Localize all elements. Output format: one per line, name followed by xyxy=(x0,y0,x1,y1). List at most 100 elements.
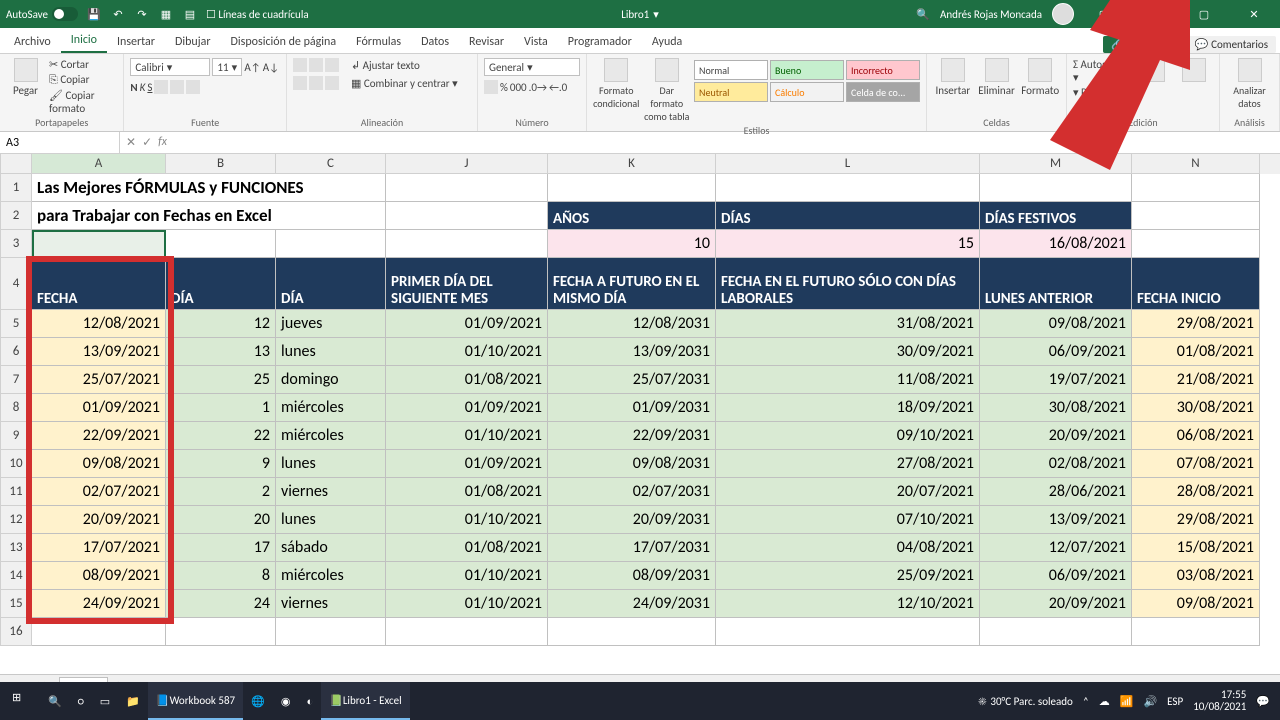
cell[interactable]: DÍAS FESTIVOS xyxy=(980,202,1132,230)
inc-decimal-icon[interactable]: .0→ xyxy=(529,81,547,94)
cell[interactable] xyxy=(386,618,548,646)
notifications-icon[interactable]: 💬 xyxy=(1256,695,1270,708)
cell[interactable]: 01/09/2031 xyxy=(548,394,716,422)
tab-disposicion[interactable]: Disposición de página xyxy=(221,31,347,53)
format-table-button[interactable]: Dar formato como tabla xyxy=(644,56,691,123)
cell[interactable]: 03/08/2021 xyxy=(1132,562,1260,590)
taskview-icon[interactable]: ▭ xyxy=(92,682,118,720)
format-painter-button[interactable]: 🖌 Copiar formato xyxy=(49,89,117,115)
cell[interactable]: 01/08/2021 xyxy=(1132,338,1260,366)
style-celda[interactable]: Celda de co... xyxy=(846,82,920,102)
cell[interactable] xyxy=(980,618,1132,646)
col-M[interactable]: M xyxy=(980,154,1132,174)
tab-insertar[interactable]: Insertar xyxy=(107,31,165,53)
style-bueno[interactable]: Bueno xyxy=(770,60,844,80)
tab-revisar[interactable]: Revisar xyxy=(459,31,514,53)
style-calculo[interactable]: Cálculo xyxy=(770,82,844,102)
comma-icon[interactable]: 000 xyxy=(510,81,527,94)
cell[interactable] xyxy=(386,202,548,230)
copy-button[interactable]: ⎘ Copiar xyxy=(49,73,117,87)
cell[interactable]: 12/08/2021 xyxy=(32,310,166,338)
cell[interactable]: 24 xyxy=(166,590,276,618)
cell[interactable]: 20/09/2021 xyxy=(980,422,1132,450)
cell[interactable]: 17 xyxy=(166,534,276,562)
cell[interactable]: 24/09/2021 xyxy=(32,590,166,618)
row-16[interactable]: 16 xyxy=(0,618,32,646)
minimize-icon[interactable]: — xyxy=(1134,0,1174,28)
cell[interactable]: 22/09/2021 xyxy=(32,422,166,450)
styles-gallery[interactable]: Normal Bueno Incorrecto Neutral Cálculo … xyxy=(694,56,920,102)
sort-filter-button[interactable] xyxy=(1134,56,1171,82)
cell[interactable]: 24/09/2031 xyxy=(548,590,716,618)
clock[interactable]: 17:5510/08/2021 xyxy=(1193,689,1246,713)
tab-programador[interactable]: Programador xyxy=(558,31,642,53)
cell[interactable]: 29/08/2021 xyxy=(1132,506,1260,534)
col-A[interactable]: A xyxy=(32,154,166,174)
decrease-font-icon[interactable]: A↓ xyxy=(263,61,279,74)
edge-icon[interactable]: 🌐 xyxy=(243,682,273,720)
conditional-format-button[interactable]: Formato condicional xyxy=(593,56,640,110)
worksheet[interactable]: A B C J K L M N 12345678910111213141516 … xyxy=(0,154,1280,674)
cell[interactable]: miércoles xyxy=(276,562,386,590)
cell[interactable]: 06/08/2021 xyxy=(1132,422,1260,450)
cell[interactable] xyxy=(166,618,276,646)
cell[interactable]: 20 xyxy=(166,506,276,534)
language-indicator[interactable]: ESP xyxy=(1167,695,1183,708)
cell[interactable]: 06/09/2021 xyxy=(980,338,1132,366)
cell[interactable]: 12/10/2021 xyxy=(716,590,980,618)
cell[interactable]: miércoles xyxy=(276,422,386,450)
cell[interactable]: PRIMER DÍA DEL SIGUIENTE MES xyxy=(386,258,548,310)
select-all[interactable] xyxy=(0,154,32,174)
cell[interactable]: FECHA A FUTURO EN EL MISMO DÍA xyxy=(548,258,716,310)
cell[interactable]: 8 xyxy=(166,562,276,590)
cell[interactable] xyxy=(386,174,548,202)
cell[interactable]: 08/09/2031 xyxy=(548,562,716,590)
cell[interactable]: 11/08/2021 xyxy=(716,366,980,394)
cell[interactable]: 01/10/2021 xyxy=(386,338,548,366)
row-4[interactable]: 4 xyxy=(0,258,32,310)
row-2[interactable]: 2 xyxy=(0,202,32,230)
cell[interactable]: 28/08/2021 xyxy=(1132,478,1260,506)
close-icon[interactable]: ✕ xyxy=(1234,0,1274,28)
style-incorrecto[interactable]: Incorrecto xyxy=(846,60,920,80)
cell[interactable]: 30/08/2021 xyxy=(1132,394,1260,422)
cell[interactable]: 12/08/2031 xyxy=(548,310,716,338)
cell[interactable]: 20/09/2031 xyxy=(548,506,716,534)
cell[interactable]: 16/08/2021 xyxy=(980,230,1132,258)
cell[interactable]: jueves xyxy=(276,310,386,338)
row-14[interactable]: 14 xyxy=(0,562,32,590)
cell[interactable]: 20/07/2021 xyxy=(716,478,980,506)
row-8[interactable]: 8 xyxy=(0,394,32,422)
cell[interactable]: 09/08/2021 xyxy=(32,450,166,478)
user-name[interactable]: Andrés Rojas Moncada xyxy=(940,8,1042,21)
cell[interactable]: 22 xyxy=(166,422,276,450)
cell[interactable] xyxy=(980,174,1132,202)
autosum-button[interactable]: Σ Autosuma ▾ xyxy=(1073,58,1130,84)
align-bot-icon[interactable] xyxy=(325,58,339,72)
cell[interactable]: DÍA xyxy=(166,258,276,310)
cell[interactable]: 01/09/2021 xyxy=(32,394,166,422)
cell[interactable]: para Trabajar con Fechas en Excel xyxy=(32,202,386,230)
row-11[interactable]: 11 xyxy=(0,478,32,506)
cell[interactable]: sábado xyxy=(276,534,386,562)
tray-chevron-icon[interactable]: ˄ xyxy=(1083,695,1089,708)
undo-icon[interactable]: ↶ xyxy=(110,6,126,22)
cell[interactable]: 01/08/2021 xyxy=(386,478,548,506)
cell[interactable]: 06/09/2021 xyxy=(980,562,1132,590)
col-C[interactable]: C xyxy=(276,154,386,174)
cell[interactable]: 01/10/2021 xyxy=(386,562,548,590)
row-9[interactable]: 9 xyxy=(0,422,32,450)
row-15[interactable]: 15 xyxy=(0,590,32,618)
cell[interactable] xyxy=(716,174,980,202)
autosave-toggle[interactable]: AutoSave xyxy=(6,7,78,21)
tab-dibujar[interactable]: Dibujar xyxy=(165,31,221,53)
row-13[interactable]: 13 xyxy=(0,534,32,562)
cell[interactable]: AÑOS xyxy=(548,202,716,230)
cell[interactable] xyxy=(548,174,716,202)
cell[interactable]: 2 xyxy=(166,478,276,506)
cell[interactable]: 07/10/2021 xyxy=(716,506,980,534)
cell[interactable]: lunes xyxy=(276,506,386,534)
cell[interactable]: Las Mejores FÓRMULAS y FUNCIONES xyxy=(32,174,386,202)
cell[interactable]: 01/09/2021 xyxy=(386,394,548,422)
cell[interactable]: 20/09/2021 xyxy=(980,590,1132,618)
